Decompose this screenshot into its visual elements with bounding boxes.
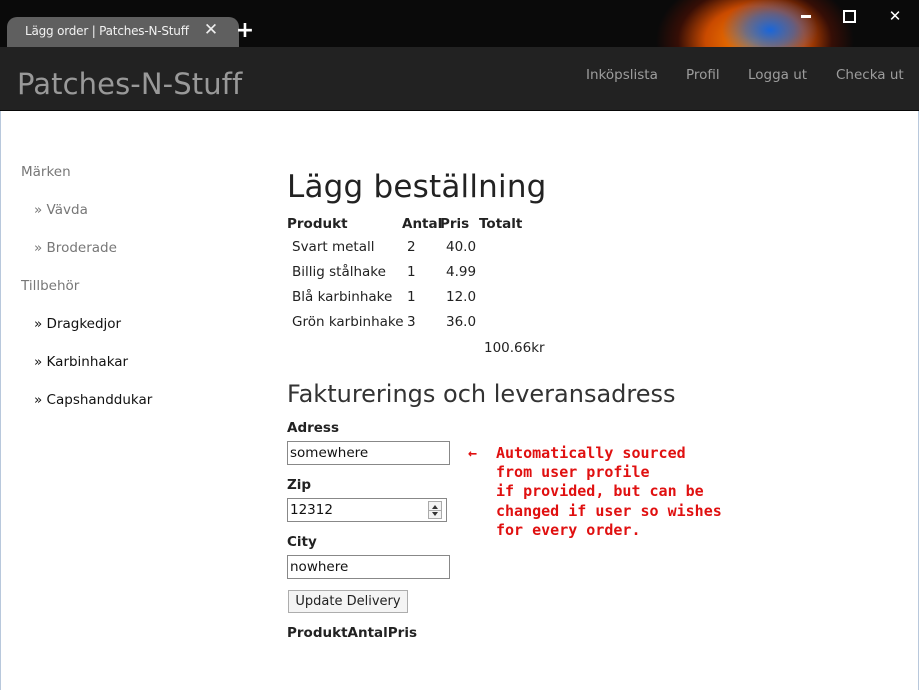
sidebar-heading-brands: Märken [21, 164, 71, 180]
sidebar-item-carabiners[interactable]: » Karbinhakar [34, 354, 128, 370]
row-price: 4.99 [446, 264, 477, 280]
left-arrow-icon: ← [468, 444, 478, 462]
address-section-title: Fakturerings och leveransadress [287, 380, 676, 408]
sidebar-item-cap-towels[interactable]: » Capshanddukar [34, 392, 152, 408]
sidebar-item-zippers[interactable]: » Dragkedjor [34, 316, 121, 332]
nav-profile[interactable]: Profil [686, 67, 720, 83]
sidebar-heading-accessories: Tillbehör [21, 278, 80, 294]
row-qty: 1 [407, 264, 416, 280]
spin-down-icon[interactable] [432, 512, 438, 516]
window-border-left [0, 111, 1, 690]
city-input[interactable] [287, 555, 450, 579]
zip-label: Zip [287, 477, 312, 493]
zip-input[interactable] [287, 498, 447, 522]
annotation-line: from user profile [496, 463, 650, 481]
row-product: Blå karbinhake [292, 289, 393, 305]
annotation-line: if provided, but can be [496, 482, 704, 500]
sidebar-item-embroidered[interactable]: » Broderade [34, 240, 117, 256]
row-product: Grön karbinhake [292, 314, 404, 330]
browser-tab-strip: Lägg order | Patches-N-Stuff ✕ + ✕ [0, 0, 919, 47]
table-header-total: Totalt [479, 216, 523, 232]
row-price: 36.0 [446, 314, 477, 330]
site-navbar: Patches-N-Stuff Inköpslista Profil Logga… [0, 47, 919, 111]
nav-logout[interactable]: Logga ut [748, 67, 807, 83]
browser-logo-icon [640, 0, 870, 47]
close-window-icon[interactable]: ✕ [885, 7, 905, 25]
new-tab-icon[interactable]: + [235, 20, 255, 42]
zip-spinner[interactable] [428, 501, 442, 519]
table-header-product: Produkt [287, 216, 348, 232]
sidebar-item-woven[interactable]: » Vävda [34, 202, 88, 218]
page-title: Lägg beställning [287, 169, 547, 205]
browser-tab[interactable]: Lägg order | Patches-N-Stuff ✕ [7, 17, 239, 47]
row-price: 40.0 [446, 239, 477, 255]
minimize-window-icon[interactable] [797, 7, 817, 25]
table-header-price: Pris [440, 216, 470, 232]
update-delivery-button[interactable]: Update Delivery [288, 590, 408, 613]
city-label: City [287, 534, 317, 550]
row-product: Svart metall [292, 239, 375, 255]
browser-tab-title: Lägg order | Patches-N-Stuff [25, 24, 189, 38]
address-input[interactable] [287, 441, 450, 465]
address-label: Adress [287, 420, 339, 436]
tab-close-icon[interactable]: ✕ [203, 22, 219, 39]
summary-header: ProduktAntalPris [287, 625, 417, 641]
order-total: 100.66kr [484, 340, 545, 356]
annotation-line: Automatically sourced [496, 444, 686, 462]
maximize-window-icon[interactable] [840, 7, 860, 25]
nav-shopping-list[interactable]: Inköpslista [586, 67, 658, 83]
row-qty: 2 [407, 239, 416, 255]
row-qty: 1 [407, 289, 416, 305]
spinner-divider [429, 510, 441, 511]
table-header-qty: Antal [402, 216, 443, 232]
site-brand[interactable]: Patches-N-Stuff [17, 67, 242, 101]
annotation-line: for every order. [496, 521, 641, 539]
row-product: Billig stålhake [292, 264, 386, 280]
spin-up-icon[interactable] [432, 505, 438, 509]
row-qty: 3 [407, 314, 416, 330]
annotation-line: changed if user so wishes [496, 502, 722, 520]
nav-checkout[interactable]: Checka ut [836, 67, 904, 83]
row-price: 12.0 [446, 289, 477, 305]
